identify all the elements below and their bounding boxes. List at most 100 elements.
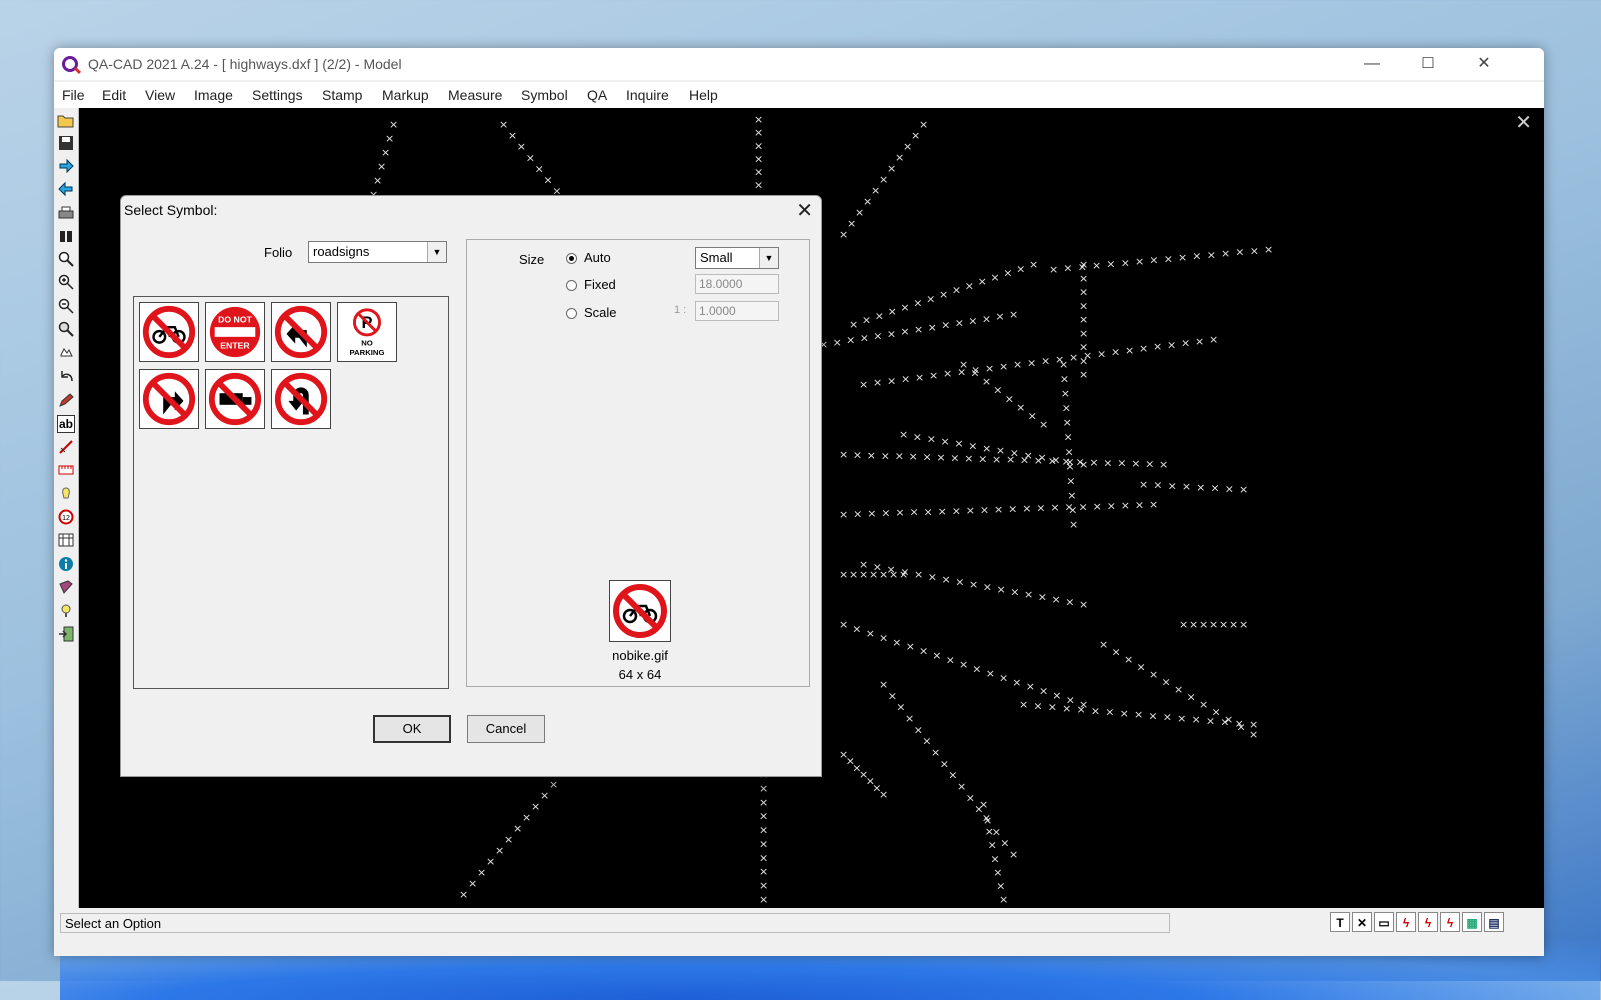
trace-mark: × bbox=[1033, 699, 1042, 712]
trace-mark: × bbox=[909, 450, 918, 463]
trace-mark: × bbox=[759, 810, 768, 823]
snap-icon[interactable]: ϟ bbox=[1396, 912, 1416, 932]
trace-mark: × bbox=[1125, 344, 1134, 357]
size-select[interactable]: Small ▼ bbox=[695, 247, 779, 269]
no-bike-sign[interactable] bbox=[139, 302, 199, 362]
menu-image[interactable]: Image bbox=[194, 87, 233, 103]
no-trucks-sign[interactable] bbox=[205, 369, 265, 429]
columns-icon[interactable] bbox=[56, 532, 76, 552]
trace-mark: × bbox=[869, 568, 878, 581]
trace-mark: × bbox=[1196, 481, 1205, 494]
trace-mark: × bbox=[1016, 262, 1025, 275]
trace-mark: × bbox=[1192, 250, 1201, 263]
ok-button[interactable]: OK bbox=[373, 715, 451, 743]
menu-settings[interactable]: Settings bbox=[252, 87, 303, 103]
trace-mark: × bbox=[1028, 409, 1037, 422]
fixed-size-field[interactable]: 18.0000 bbox=[695, 274, 779, 294]
back-icon[interactable] bbox=[56, 181, 76, 201]
close-button[interactable]: ✕ bbox=[1456, 48, 1512, 80]
text-mode-icon[interactable]: T bbox=[1330, 912, 1350, 932]
zoom-icon[interactable] bbox=[56, 251, 76, 271]
no-left-turn-sign[interactable] bbox=[271, 302, 331, 362]
trace-mark: × bbox=[964, 452, 973, 465]
no-u-turn-sign[interactable] bbox=[271, 369, 331, 429]
do-not-enter-sign[interactable]: DO NOT ENTER bbox=[205, 302, 265, 362]
auto-radio[interactable] bbox=[566, 253, 577, 264]
pan-icon[interactable] bbox=[56, 345, 76, 365]
measure-icon[interactable] bbox=[56, 439, 76, 459]
help-icon[interactable] bbox=[56, 603, 76, 623]
save-icon[interactable] bbox=[56, 135, 76, 155]
info-icon[interactable] bbox=[56, 556, 76, 576]
menu-view[interactable]: View bbox=[145, 87, 175, 103]
trace-mark: × bbox=[919, 645, 928, 658]
trace-mark: × bbox=[968, 440, 977, 453]
trace-mark: × bbox=[1221, 247, 1230, 260]
trace-mark: × bbox=[889, 568, 898, 581]
trace-mark: × bbox=[499, 118, 508, 131]
menu-qa[interactable]: QA bbox=[587, 87, 607, 103]
text-icon[interactable]: ab bbox=[57, 415, 75, 433]
menu-edit[interactable]: Edit bbox=[102, 87, 126, 103]
trace-mark: × bbox=[754, 152, 763, 165]
trace-mark: × bbox=[1199, 618, 1208, 631]
menu-symbol[interactable]: Symbol bbox=[521, 87, 568, 103]
forward-icon[interactable] bbox=[56, 158, 76, 178]
trace-mark: × bbox=[1048, 701, 1057, 714]
trace-mark: × bbox=[982, 312, 991, 325]
scale-radio[interactable] bbox=[566, 308, 577, 319]
chevron-down-icon[interactable]: ▼ bbox=[759, 248, 778, 268]
maximize-button[interactable]: ☐ bbox=[1400, 48, 1456, 80]
dialog-title: Select Symbol: bbox=[124, 202, 218, 218]
trace-mark: × bbox=[839, 568, 848, 581]
open-icon[interactable] bbox=[56, 112, 76, 132]
trace-mark: × bbox=[373, 174, 382, 187]
menu-file[interactable]: File bbox=[62, 87, 85, 103]
chevron-down-icon[interactable]: ▼ bbox=[427, 242, 446, 262]
trace-mark: × bbox=[540, 789, 549, 802]
print-icon[interactable] bbox=[56, 205, 76, 225]
layers-icon[interactable]: ▦ bbox=[1462, 912, 1482, 932]
menu-inquire[interactable]: Inquire bbox=[626, 87, 669, 103]
menu-stamp[interactable]: Stamp bbox=[322, 87, 362, 103]
zoom-in-icon[interactable] bbox=[56, 274, 76, 294]
no-parking-sign[interactable]: PNOPARKING bbox=[337, 302, 397, 362]
trace-mark: × bbox=[1019, 698, 1028, 711]
snap-midpoint-icon[interactable]: ϟ bbox=[1440, 912, 1460, 932]
binoculars-icon[interactable] bbox=[56, 228, 76, 248]
trace-mark: × bbox=[887, 374, 896, 387]
bulb-icon[interactable] bbox=[56, 486, 76, 506]
menu-help[interactable]: Help bbox=[689, 87, 718, 103]
trace-mark: × bbox=[1063, 262, 1072, 275]
exit-icon[interactable] bbox=[56, 626, 76, 646]
book-icon[interactable] bbox=[56, 579, 76, 599]
numbered-stamp-icon[interactable]: 12 bbox=[56, 509, 76, 529]
canvas-close-icon[interactable]: ✕ bbox=[1515, 110, 1532, 135]
ruler-icon[interactable] bbox=[56, 462, 76, 482]
menu-measure[interactable]: Measure bbox=[448, 87, 502, 103]
fixed-radio[interactable] bbox=[566, 280, 577, 291]
menu-markup[interactable]: Markup bbox=[382, 87, 429, 103]
trace-mark: × bbox=[759, 893, 768, 906]
svg-text:12: 12 bbox=[62, 515, 70, 522]
trace-mark: × bbox=[1061, 387, 1070, 400]
trace-mark: × bbox=[1062, 702, 1071, 715]
folio-select[interactable]: roadsigns ▼ bbox=[308, 241, 447, 263]
cancel-mode-icon[interactable]: ✕ bbox=[1352, 912, 1372, 932]
properties-icon[interactable]: ▤ bbox=[1484, 912, 1504, 932]
undo-icon[interactable] bbox=[56, 368, 76, 388]
zoom-out-icon[interactable] bbox=[56, 298, 76, 318]
trace-mark: × bbox=[1038, 591, 1047, 604]
trace-mark: × bbox=[941, 319, 950, 332]
no-right-turn-sign[interactable] bbox=[139, 369, 199, 429]
trace-mark: × bbox=[1009, 308, 1018, 321]
pencil-icon[interactable] bbox=[56, 392, 76, 412]
minimize-button[interactable]: — bbox=[1344, 48, 1400, 80]
window-mode-icon[interactable]: ▭ bbox=[1374, 912, 1394, 932]
snap-endpoint-icon[interactable]: ϟ bbox=[1418, 912, 1438, 932]
trace-mark: × bbox=[754, 166, 763, 179]
dialog-close-button[interactable]: ✕ bbox=[796, 198, 813, 223]
zoom-window-icon[interactable] bbox=[56, 321, 76, 341]
cancel-button[interactable]: Cancel bbox=[467, 715, 545, 743]
scale-field[interactable]: 1.0000 bbox=[695, 301, 779, 321]
